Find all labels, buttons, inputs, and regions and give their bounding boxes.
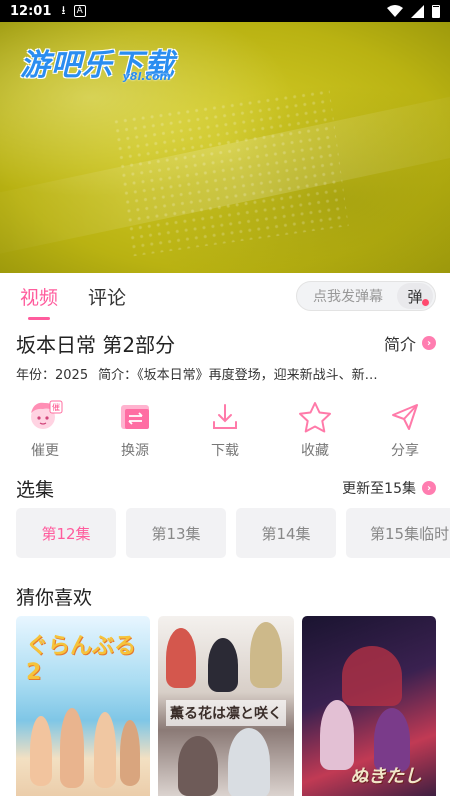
- show-year: 年份：2025: [16, 368, 89, 383]
- download-label: 下载: [211, 443, 239, 459]
- poster-figure: [208, 638, 238, 692]
- danmu-input[interactable]: 点我发弹幕 弹: [296, 281, 436, 311]
- poster-title: ぬきたし: [350, 766, 422, 787]
- episode-list: 第12集 第13集 第14集 第15集临时: [16, 508, 450, 558]
- switch-source-label: 换源: [121, 443, 149, 459]
- episodes-update-label: 更新至15集: [342, 481, 416, 497]
- danmu-toggle-label: 弹: [407, 287, 423, 306]
- urge-update-button[interactable]: 催 催更: [0, 398, 90, 464]
- intro-label: 简介: [383, 335, 416, 354]
- signal-icon: [411, 4, 424, 18]
- recommend-header: 猜你喜欢: [16, 582, 436, 610]
- recommend-poster[interactable]: ぬきたし: [302, 616, 436, 796]
- status-right: [387, 4, 440, 18]
- content-tabs: 视频 评论 点我发弹幕 弹: [0, 273, 450, 320]
- star-icon: [295, 398, 335, 436]
- switch-source-button[interactable]: 换源: [90, 398, 180, 464]
- mascot-icon: 催: [25, 398, 65, 436]
- poster-figure: [250, 622, 282, 688]
- download-icon: ⭳: [61, 2, 66, 17]
- recommend-title: 猜你喜欢: [16, 586, 93, 609]
- show-title-row: 坂本日常 第2部分 简介 ›: [16, 327, 436, 359]
- episode-item[interactable]: 第12集: [16, 508, 116, 558]
- wifi-icon: [387, 5, 403, 17]
- battery-icon: [432, 4, 440, 18]
- favorite-button[interactable]: 收藏: [270, 398, 360, 464]
- recommend-poster[interactable]: ぐらんぶる2: [16, 616, 150, 796]
- danmu-placeholder: 点我发弹幕: [313, 289, 383, 305]
- video-frame-sparkle: [111, 87, 349, 257]
- switch-source-icon: [115, 398, 155, 436]
- svg-text:催: 催: [52, 402, 60, 412]
- status-time: 12:01: [10, 3, 52, 19]
- chevron-right-icon: ›: [422, 336, 436, 350]
- share-button[interactable]: 分享: [360, 398, 450, 464]
- video-player[interactable]: 游吧乐下载 y8l.com: [0, 22, 450, 273]
- chevron-right-icon: ›: [422, 481, 436, 495]
- status-bar: 12:01 ⭳ A: [0, 0, 450, 22]
- share-label: 分享: [391, 443, 419, 459]
- share-icon: [385, 398, 425, 436]
- episodes-header: 选集 更新至15集 ›: [16, 474, 436, 502]
- poster-figure: [120, 720, 140, 786]
- show-summary: 简介：《坂本日常》再度登场，迎来新战斗、新…: [98, 368, 378, 383]
- a-icon: A: [73, 5, 86, 17]
- poster-figure: [30, 716, 52, 786]
- tab-video[interactable]: 视频: [20, 283, 58, 320]
- poster-figure: [178, 736, 218, 796]
- tab-comments[interactable]: 评论: [88, 283, 126, 310]
- logo-sub-text: y8l.com: [122, 70, 171, 83]
- show-meta: 年份：2025 简介：《坂本日常》再度登场，迎来新战斗、新…: [16, 364, 434, 383]
- screen: 12:01 ⭳ A 游吧乐下载 y8l.com 视频 评论 点我发弹幕 弹 坂本…: [0, 0, 450, 796]
- recommend-poster[interactable]: 薫る花は凛と咲く: [158, 616, 294, 796]
- download-button[interactable]: 下载: [180, 398, 270, 464]
- poster-figure: [166, 628, 196, 688]
- episodes-update-button[interactable]: 更新至15集 ›: [342, 478, 436, 498]
- poster-figure: [320, 700, 354, 770]
- poster-figure: [94, 712, 116, 788]
- episodes-title: 选集: [16, 478, 55, 501]
- danmu-status-dot: [422, 299, 429, 306]
- poster-title: 薫る花は凛と咲く: [166, 700, 286, 726]
- action-bar: 催 催更 换源 下载 收藏 分享: [0, 398, 450, 464]
- episode-item[interactable]: 第14集: [236, 508, 336, 558]
- recommend-list: ぐらんぶる2 薫る花は凛と咲く ぬきたし: [16, 616, 450, 796]
- poster-figure: [228, 728, 270, 796]
- download-icon: [205, 398, 245, 436]
- episode-item[interactable]: 第13集: [126, 508, 226, 558]
- episode-item[interactable]: 第15集临时: [346, 508, 450, 558]
- poster-figure: [342, 646, 402, 706]
- show-title: 坂本日常 第2部分: [16, 332, 176, 357]
- intro-button[interactable]: 简介 ›: [384, 331, 436, 355]
- watermark-logo: 游吧乐下载 y8l.com: [20, 40, 175, 84]
- favorite-label: 收藏: [301, 443, 329, 459]
- poster-title: ぐらんぶる2: [26, 634, 137, 685]
- poster-figure: [60, 708, 84, 788]
- urge-update-label: 催更: [31, 443, 59, 459]
